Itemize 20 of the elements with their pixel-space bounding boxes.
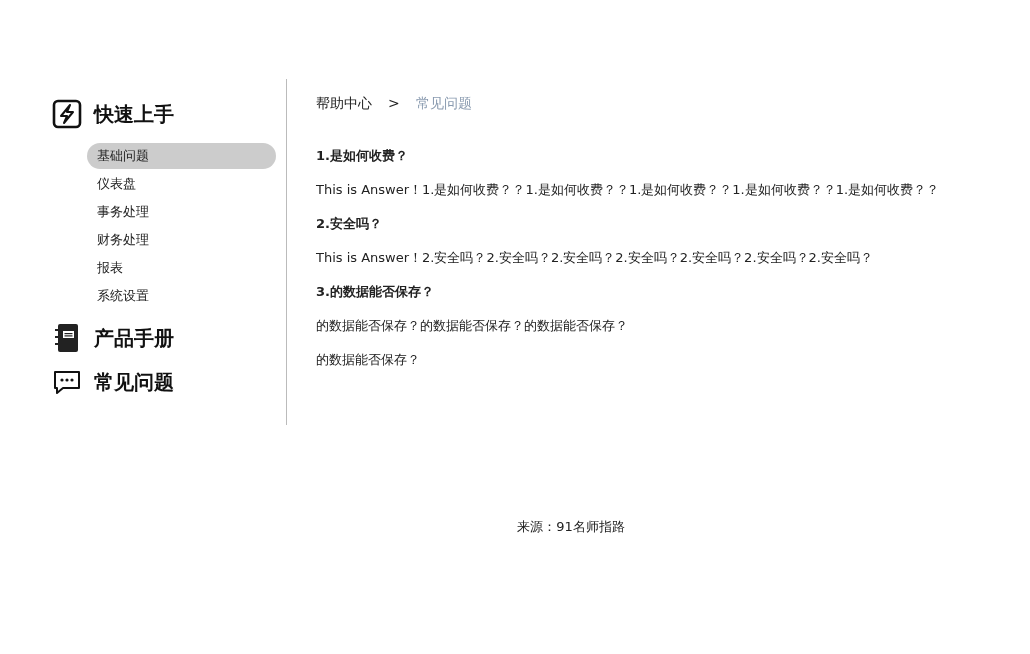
sidebar-item[interactable]: 报表 <box>87 255 276 281</box>
sidebar-item[interactable]: 财务处理 <box>87 227 276 253</box>
answer-text: 的数据能否保存？的数据能否保存？的数据能否保存？ <box>316 317 629 335</box>
breadcrumb-link[interactable]: 帮助中心 <box>316 95 372 113</box>
question-title: 3.的数据能否保存？ <box>316 283 435 301</box>
question-title: 2.安全吗？ <box>316 215 383 233</box>
lightning-icon <box>52 99 82 129</box>
breadcrumb-separator: > <box>388 95 400 113</box>
source-text: 来源：91名师指路 <box>517 519 625 534</box>
section-title[interactable]: 产品手册 <box>94 324 174 352</box>
sidebar-item[interactable]: 事务处理 <box>87 199 276 225</box>
sidebar-item[interactable]: 系统设置 <box>87 283 276 309</box>
sidebar-item[interactable]: 基础问题 <box>87 143 276 169</box>
section-title[interactable]: 常见问题 <box>94 368 174 396</box>
section-title[interactable]: 快速上手 <box>94 100 174 128</box>
answer-text: 的数据能否保存？ <box>316 351 421 369</box>
sidebar-item[interactable]: 仪表盘 <box>87 171 276 197</box>
answer-text: This is Answer！2.安全吗？2.安全吗？2.安全吗？2.安全吗？2.安全吗？2.安全吗？2.安全吗？ <box>316 249 874 267</box>
question-title: 1.是如何收费？ <box>316 147 409 165</box>
answer-text: This is Answer！1.是如何收费？？1.是如何收费？？1.是如何收费？？1.是如何收费？？1.是如何收费？？ <box>316 181 940 199</box>
